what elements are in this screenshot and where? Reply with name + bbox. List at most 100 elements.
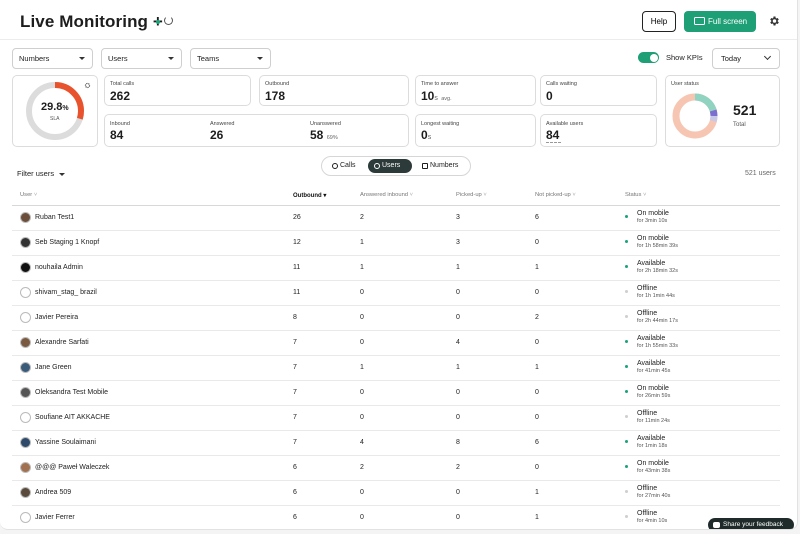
status-duration: for 1h 58min 39s bbox=[637, 243, 678, 249]
phone-icon bbox=[422, 163, 428, 169]
picked-up-cell: 1 bbox=[456, 255, 535, 281]
settings-gear-icon[interactable] bbox=[768, 15, 780, 27]
table-row[interactable]: Oleksandra Test Mobile 7 0 0 0 On mobile for 2… bbox=[12, 380, 780, 406]
table-row[interactable]: Alexandre Sarfati 7 0 4 0 Available for 1h 55m… bbox=[12, 330, 780, 356]
user-cell: Javier Ferrer bbox=[12, 505, 293, 529]
table-row[interactable]: Seb Staging 1 Knopf 12 1 3 0 On mobile for 1h … bbox=[12, 230, 780, 256]
col-status[interactable]: Status ˅ bbox=[625, 186, 780, 206]
inbound-value: 84 bbox=[110, 128, 124, 142]
table-row[interactable]: Soufiane AIT AKKACHE 7 0 0 0 Offline for 11min… bbox=[12, 405, 780, 431]
picked-up-cell: 0 bbox=[456, 380, 535, 406]
avatar bbox=[20, 287, 31, 298]
fullscreen-icon bbox=[694, 17, 705, 25]
longest-waiting-value: 0s bbox=[421, 128, 432, 142]
chevron-down-icon bbox=[79, 57, 85, 60]
table-row[interactable]: @@@ Paweł Waleczek 6 2 2 0 On mobile for 43min… bbox=[12, 455, 780, 481]
picked-up-cell: 0 bbox=[456, 505, 535, 529]
status-text: On mobile bbox=[637, 210, 669, 217]
not-picked-up-cell: 0 bbox=[535, 455, 625, 481]
share-feedback-button[interactable]: Share your feedback bbox=[708, 518, 794, 529]
table-row[interactable]: Ruban Test1 26 2 3 6 On mobile for 3min 10s bbox=[12, 205, 780, 231]
status-dot-icon bbox=[625, 390, 628, 393]
refresh-icon[interactable] bbox=[164, 16, 173, 25]
table-row[interactable]: Andrea 509 6 0 0 1 Offline for 27min 40s bbox=[12, 480, 780, 506]
col-user[interactable]: User ˅ bbox=[12, 186, 293, 206]
user-cell: Andrea 509 bbox=[12, 480, 293, 506]
filter-users-dropdown[interactable]: Filter users bbox=[17, 169, 66, 178]
inbound-card: Inbound 84 Answered 26 Unanswered 58 69% bbox=[104, 114, 409, 147]
user-name: Javier Ferrer bbox=[35, 514, 75, 521]
chevron-down-icon bbox=[257, 57, 263, 60]
outbound-label: Outbound bbox=[265, 81, 290, 87]
tab-calls[interactable]: Calls bbox=[326, 159, 366, 173]
chevron-down-icon bbox=[168, 57, 174, 60]
status-duration: for 4min 10s bbox=[637, 518, 668, 524]
col-outbound[interactable]: Outbound ▾ bbox=[293, 186, 360, 206]
table-row[interactable]: Javier Pereira 8 0 0 2 Offline for 2h 44min 17… bbox=[12, 305, 780, 331]
chevron-down-icon bbox=[59, 172, 66, 176]
table-row[interactable]: Yassine Soulaimani 7 4 8 6 Available for 1min … bbox=[12, 430, 780, 456]
picked-up-cell: 3 bbox=[456, 205, 535, 231]
status-cell: Available for 41min 45s bbox=[625, 355, 780, 381]
show-kpis-label: Show KPIs bbox=[666, 53, 703, 62]
answered-inbound-cell: 1 bbox=[360, 355, 456, 381]
calls-waiting-value: 0 bbox=[546, 89, 553, 103]
col-not-picked-up[interactable]: Not picked-up ˅ bbox=[535, 186, 625, 206]
col-answered-inbound[interactable]: Answered inbound ˅ bbox=[360, 186, 456, 206]
sort-arrow-icon: ˅ bbox=[641, 192, 647, 199]
status-cell: Offline for 27min 40s bbox=[625, 480, 780, 506]
user-cell: Jane Green bbox=[12, 355, 293, 381]
teams-filter-dropdown[interactable]: Teams bbox=[190, 48, 271, 69]
period-dropdown[interactable]: Today bbox=[712, 48, 780, 69]
status-cell: On mobile for 43min 38s bbox=[625, 455, 780, 481]
user-name: Seb Staging 1 Knopf bbox=[35, 239, 100, 246]
tab-users[interactable]: Users bbox=[368, 159, 412, 173]
user-cell: Oleksandra Test Mobile bbox=[12, 380, 293, 406]
outbound-cell: 12 bbox=[293, 230, 360, 256]
table-row[interactable]: Jane Green 7 1 1 1 Available for 41min 45s bbox=[12, 355, 780, 381]
avatar bbox=[20, 212, 31, 223]
users-filter-dropdown[interactable]: Users bbox=[101, 48, 182, 69]
sort-arrow-icon: ˅ bbox=[570, 192, 576, 199]
outbound-cell: 8 bbox=[293, 305, 360, 331]
status-dot-icon bbox=[625, 315, 628, 318]
status-text: Available bbox=[637, 335, 666, 342]
status-text: On mobile bbox=[637, 235, 669, 242]
sparkline bbox=[546, 142, 561, 143]
tab-numbers[interactable]: Numbers bbox=[416, 159, 468, 173]
time-to-answer-value: 10s avg. bbox=[421, 89, 452, 103]
table-row[interactable]: shivam_stag_ brazil 11 0 0 0 Offline for 1h 1m… bbox=[12, 280, 780, 306]
outbound-cell: 6 bbox=[293, 480, 360, 506]
sla-card: 29.8% SLA bbox=[12, 75, 98, 147]
outbound-cell: 26 bbox=[293, 205, 360, 231]
table-row[interactable]: Javier Ferrer 6 0 0 1 Offline for 4min 10s bbox=[12, 505, 780, 529]
outbound-cell: 7 bbox=[293, 330, 360, 356]
not-picked-up-cell: 6 bbox=[535, 430, 625, 456]
status-dot-icon bbox=[625, 465, 628, 468]
user-status-total: 521 bbox=[733, 102, 757, 118]
picked-up-cell: 4 bbox=[456, 330, 535, 356]
view-tabs: Calls Users Numbers bbox=[321, 156, 471, 176]
answered-inbound-cell: 0 bbox=[360, 305, 456, 331]
picked-up-cell: 0 bbox=[456, 305, 535, 331]
table-row[interactable]: nouhaila Admin 11 1 1 1 Available for 2h 18min… bbox=[12, 255, 780, 281]
not-picked-up-cell: 2 bbox=[535, 305, 625, 331]
help-button[interactable]: Help bbox=[642, 11, 676, 32]
show-kpis-toggle[interactable] bbox=[638, 52, 659, 63]
not-picked-up-cell: 1 bbox=[535, 255, 625, 281]
outbound-cell: 11 bbox=[293, 255, 360, 281]
col-picked-up[interactable]: Picked-up ˅ bbox=[456, 186, 535, 206]
avatar bbox=[20, 237, 31, 248]
status-cell: Offline for 2h 44min 17s bbox=[625, 305, 780, 331]
fullscreen-button[interactable]: Full screen bbox=[684, 11, 756, 32]
outbound-cell: 6 bbox=[293, 455, 360, 481]
avatar bbox=[20, 312, 31, 323]
answered-label: Answered bbox=[210, 121, 235, 127]
numbers-filter-dropdown[interactable]: Numbers bbox=[12, 48, 93, 69]
user-name: nouhaila Admin bbox=[35, 264, 83, 271]
avatar bbox=[20, 337, 31, 348]
chat-bubble-icon bbox=[713, 522, 720, 528]
sla-settings-icon[interactable] bbox=[84, 82, 91, 89]
user-cell: Soufiane AIT AKKACHE bbox=[12, 405, 293, 431]
status-dot-icon bbox=[625, 340, 628, 343]
